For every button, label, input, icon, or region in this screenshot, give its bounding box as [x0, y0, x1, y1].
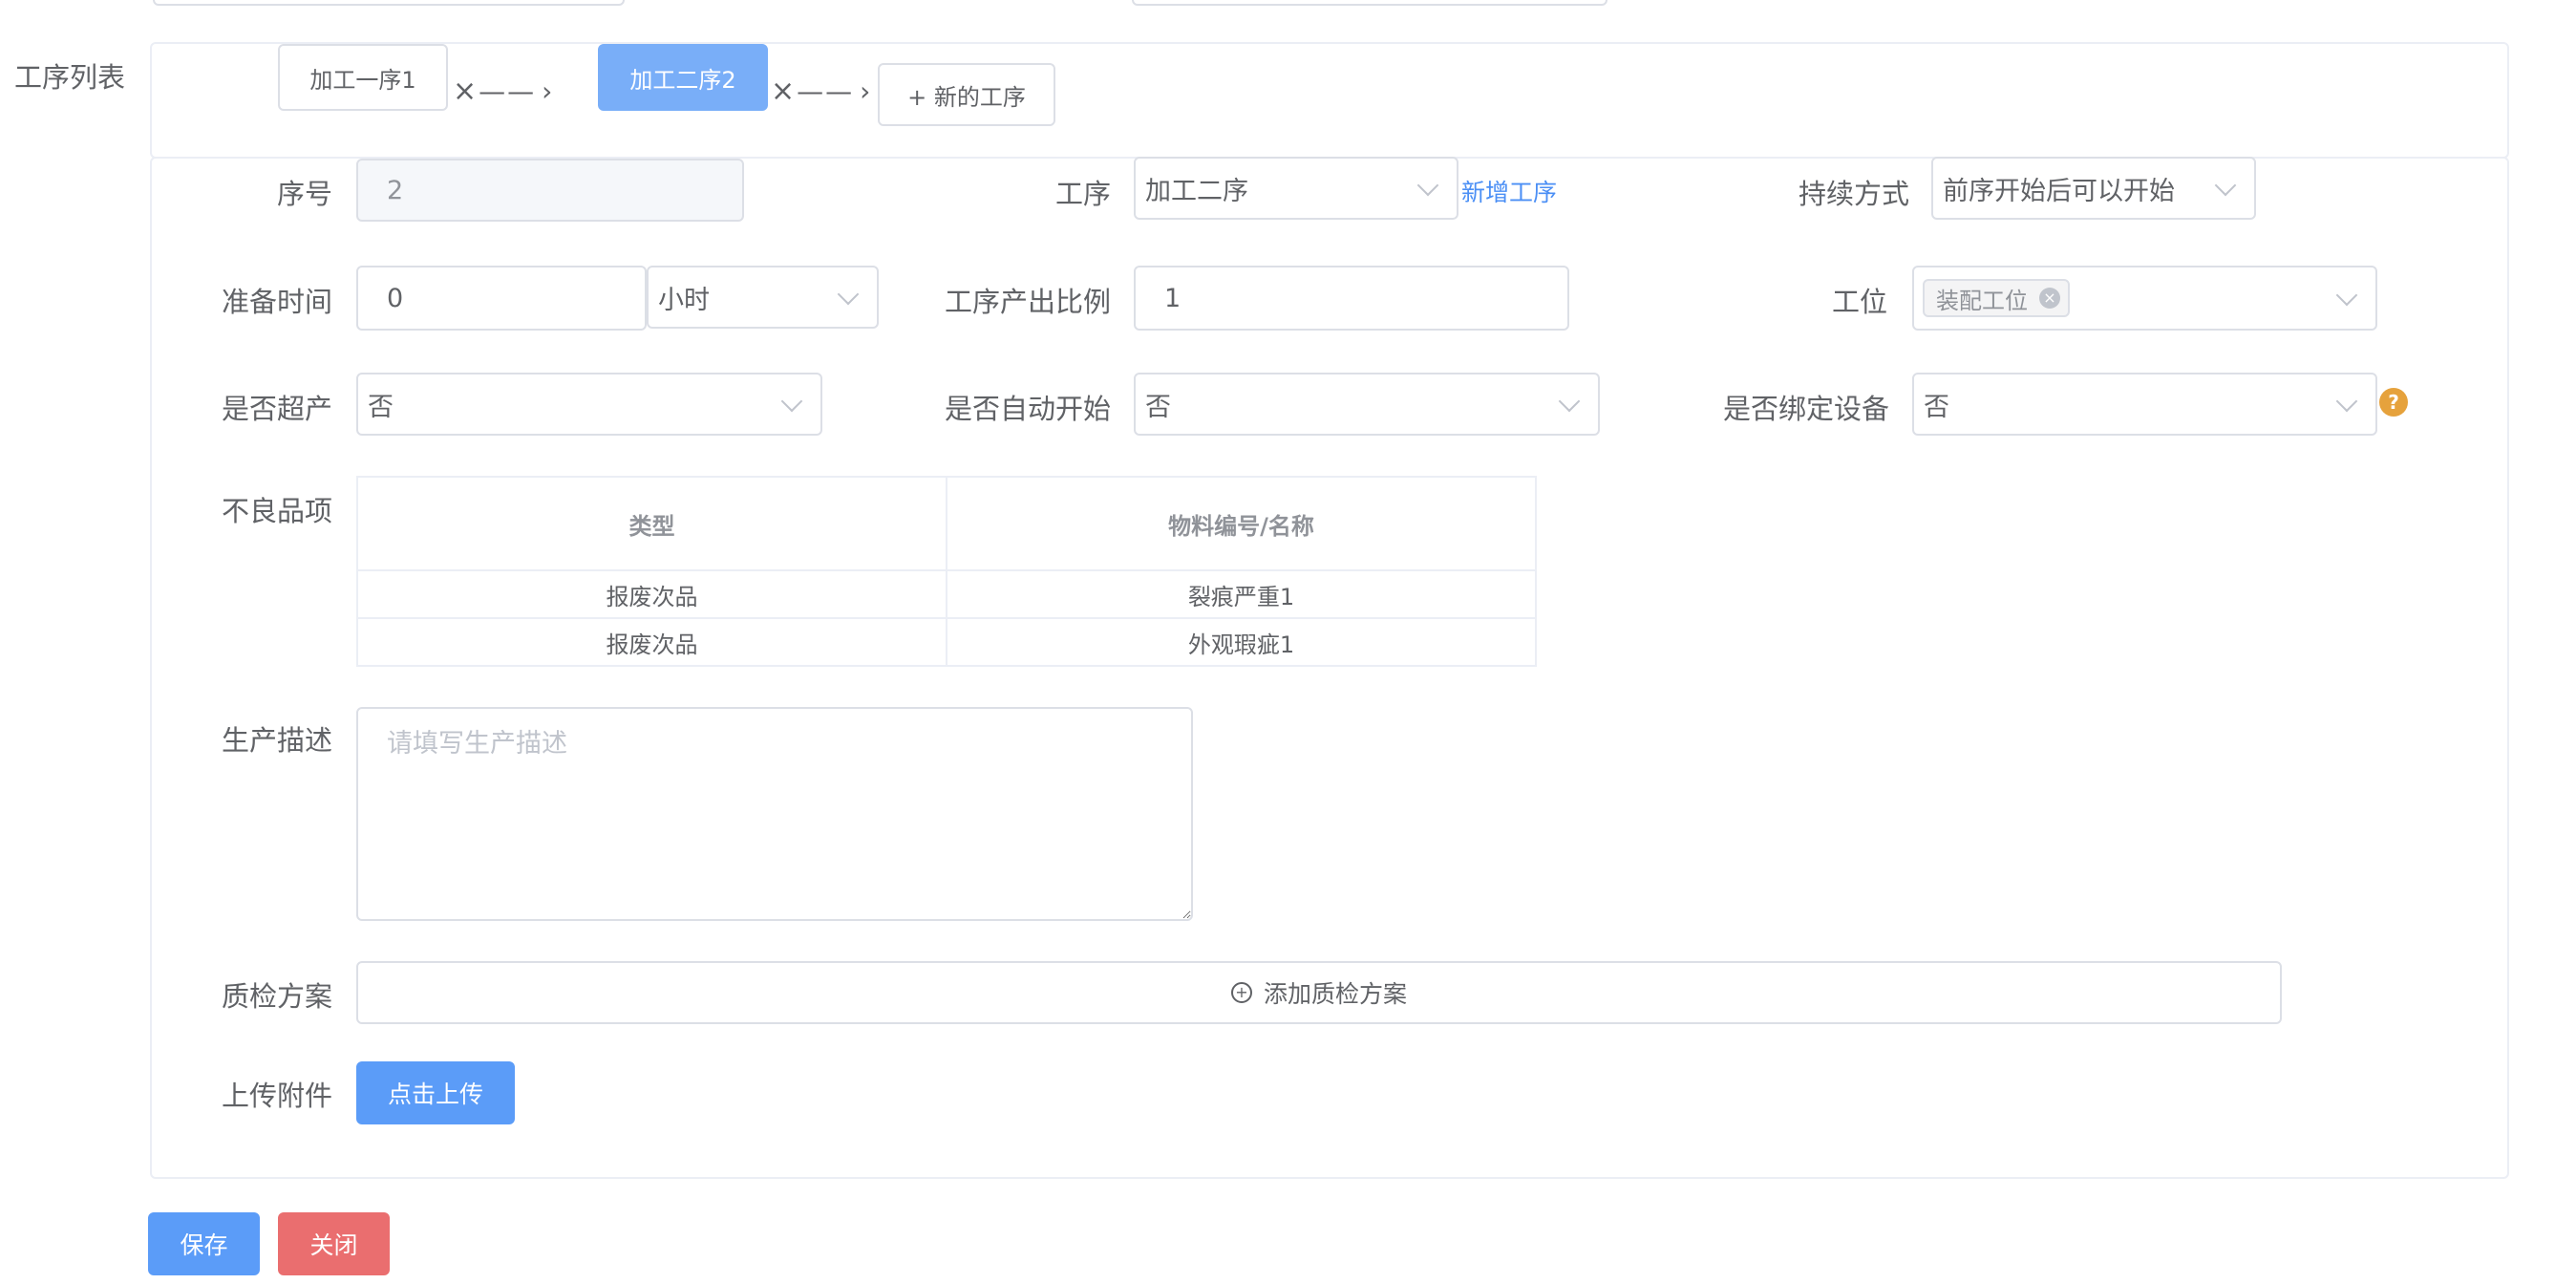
chevron-down-icon [2214, 174, 2237, 197]
plus-circle-icon: + [1230, 982, 1252, 1003]
description-label: 生产描述 [222, 724, 333, 757]
tag-close-icon[interactable]: × [2039, 288, 2060, 309]
prep-time-label: 准备时间 [222, 286, 333, 318]
bind-device-select[interactable]: 否 [1912, 373, 2377, 436]
upload-label: 上传附件 [222, 1080, 333, 1112]
chevron-down-icon [1416, 174, 1439, 197]
add-qc-button[interactable]: + 添加质检方案 [356, 961, 2282, 1024]
chevron-down-icon [2335, 284, 2358, 307]
table-cell: 裂痕严重1 [946, 569, 1537, 619]
chevron-down-icon [1558, 390, 1581, 413]
add-process-button[interactable]: + 新的工序 [878, 63, 1055, 126]
process-select[interactable]: 加工二序 [1134, 157, 1458, 220]
partial-input-top-middle [1132, 0, 1607, 6]
overproduce-select[interactable]: 否 [356, 373, 822, 436]
table-cell: 报废次品 [356, 569, 947, 619]
table-cell: 报废次品 [356, 617, 947, 667]
overproduce-label: 是否超产 [222, 393, 333, 425]
output-ratio-label: 工序产出比例 [945, 286, 1112, 318]
partial-input-top-left [153, 0, 625, 6]
column-header-type: 类型 [356, 476, 947, 571]
process-connector-2: × —— › [771, 75, 870, 108]
add-qc-label: 添加质检方案 [1263, 980, 1407, 1008]
process-list-label: 工序列表 [14, 61, 126, 94]
chevron-down-icon [780, 390, 803, 413]
help-icon[interactable]: ? [2379, 388, 2408, 417]
remove-process-1-icon[interactable]: × [453, 75, 477, 108]
prep-time-unit-select[interactable]: 小时 [647, 266, 879, 329]
process-label: 工序 [1055, 178, 1112, 210]
station-tag-label: 装配工位 [1936, 287, 2028, 314]
process-select-value: 加工二序 [1145, 176, 1248, 206]
prep-time-input[interactable]: 0 [356, 266, 647, 331]
seq-input: 2 [356, 159, 744, 222]
output-ratio-input[interactable]: 1 [1134, 266, 1569, 331]
seq-label: 序号 [277, 178, 333, 210]
continuation-label: 持续方式 [1799, 178, 1910, 210]
continuation-select-value: 前序开始后可以开始 [1943, 176, 2175, 206]
process-tab-2[interactable]: 加工二序2 [598, 44, 768, 111]
column-header-material: 物料编号/名称 [946, 476, 1537, 571]
defects-table: 类型 物料编号/名称 报废次品 裂痕严重1 报废次品 外观瑕疵1 [356, 476, 1537, 667]
station-label: 工位 [1832, 286, 1888, 318]
remove-process-2-icon[interactable]: × [771, 75, 795, 108]
auto-start-select[interactable]: 否 [1134, 373, 1600, 436]
connector-line: —— [797, 75, 855, 107]
save-button[interactable]: 保存 [148, 1212, 260, 1275]
process-tab-1[interactable]: 加工一序1 [278, 44, 448, 111]
prep-time-unit-value: 小时 [658, 285, 710, 315]
auto-start-label: 是否自动开始 [945, 393, 1112, 425]
connector-line: —— [479, 75, 537, 107]
upload-button[interactable]: 点击上传 [356, 1061, 515, 1124]
description-textarea[interactable] [356, 707, 1193, 921]
arrow-right-icon: › [542, 75, 553, 107]
auto-start-select-value: 否 [1145, 392, 1171, 422]
process-connector-1: × —— › [453, 75, 552, 108]
overproduce-select-value: 否 [368, 392, 394, 422]
arrow-right-icon: › [860, 75, 871, 107]
bind-device-label: 是否绑定设备 [1723, 393, 1890, 425]
table-row: 报废次品 裂痕严重1 [356, 569, 1537, 619]
station-tag: 装配工位 × [1923, 279, 2070, 317]
continuation-select[interactable]: 前序开始后可以开始 [1931, 157, 2256, 220]
table-cell: 外观瑕疵1 [946, 617, 1537, 667]
defects-label: 不良品项 [222, 495, 333, 527]
table-row: 报废次品 外观瑕疵1 [356, 617, 1537, 667]
qc-label: 质检方案 [222, 980, 333, 1013]
add-process-link[interactable]: 新增工序 [1461, 174, 1557, 208]
chevron-down-icon [837, 283, 860, 306]
close-button[interactable]: 关闭 [278, 1212, 390, 1275]
bind-device-select-value: 否 [1924, 392, 1949, 422]
table-header-row: 类型 物料编号/名称 [356, 476, 1537, 571]
chevron-down-icon [2335, 390, 2358, 413]
